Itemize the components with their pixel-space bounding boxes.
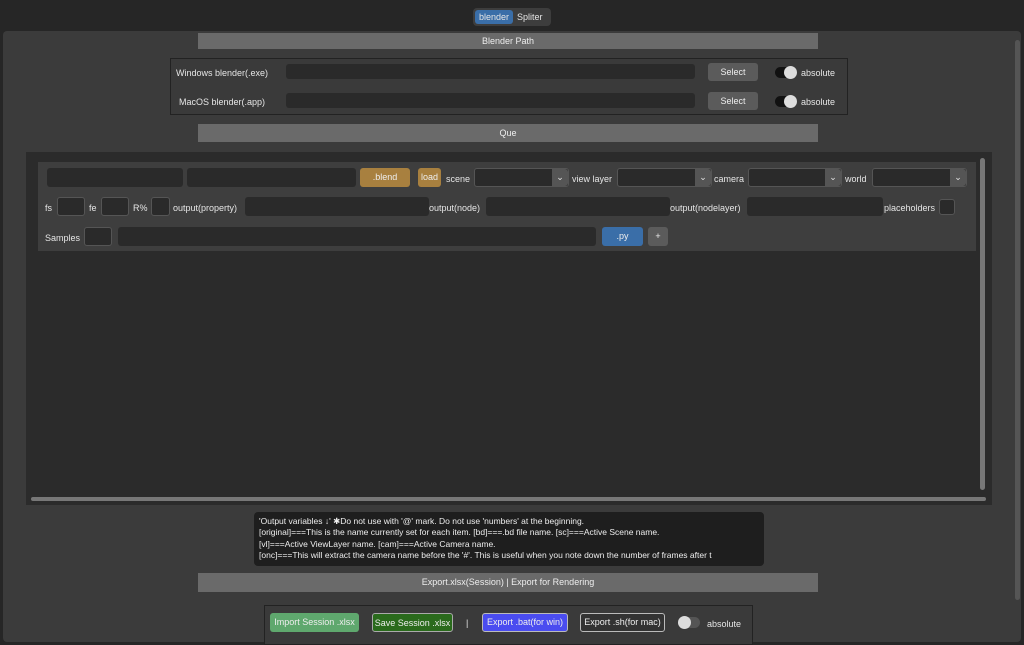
que-header[interactable]: Que	[198, 124, 818, 142]
output-nodelayer-input[interactable]	[747, 197, 883, 216]
view-layer-select[interactable]: ⌄	[617, 168, 712, 187]
mode-tabs: blender Spliter	[473, 8, 551, 26]
queue-hscrollbar[interactable]	[31, 497, 986, 501]
blend-button[interactable]: .blend	[360, 168, 410, 187]
py-path-input[interactable]	[118, 227, 596, 246]
load-button[interactable]: load	[418, 168, 441, 187]
resolution-percent-input[interactable]	[151, 197, 170, 216]
info-line: 'Output variables ↓' ✱Do not use with '@…	[259, 516, 585, 526]
fs-label: fs	[45, 203, 53, 213]
placeholders-checkbox[interactable]	[939, 199, 955, 215]
fe-label: fe	[89, 203, 97, 213]
info-line: [onc]===This will extract the camera nam…	[259, 549, 712, 560]
export-absolute-toggle[interactable]	[678, 616, 700, 629]
chevron-down-icon: ⌄	[825, 169, 841, 186]
output-node-label: output(node)	[429, 203, 481, 213]
view-layer-label: view layer	[572, 174, 613, 184]
macos-absolute-label: absolute	[801, 97, 836, 107]
output-node-input[interactable]	[486, 197, 670, 216]
scene-label: scene	[446, 174, 471, 184]
world-label: world	[845, 174, 867, 184]
output-property-label: output(property)	[173, 203, 238, 213]
chevron-down-icon: ⌄	[695, 169, 711, 186]
save-session-button[interactable]: Save Session .xlsx	[372, 613, 453, 632]
blender-path-header[interactable]: Blender Path	[198, 33, 818, 49]
tab-spliter[interactable]: Spliter	[513, 10, 547, 24]
world-select[interactable]: ⌄	[872, 168, 967, 187]
output-variables-info: 'Output variables ↓' ✱Do not use with '@…	[254, 512, 764, 566]
info-line: [vl]===Active ViewLayer name. [cam]===Ac…	[259, 538, 496, 549]
windows-blender-input[interactable]	[286, 64, 695, 79]
windows-absolute-label: absolute	[801, 68, 836, 78]
samples-label: Samples	[45, 233, 81, 243]
export-sh-button[interactable]: Export .sh(for mac)	[580, 613, 665, 632]
item-name-input[interactable]	[47, 168, 183, 187]
macos-blender-label: MacOS blender(.app)	[179, 97, 266, 107]
import-session-button[interactable]: Import Session .xlsx	[270, 613, 359, 632]
windows-blender-label: Windows blender(.exe)	[176, 68, 269, 78]
windows-absolute-toggle[interactable]	[775, 66, 797, 79]
fe-input[interactable]	[101, 197, 129, 216]
separator: |	[466, 618, 469, 628]
export-header[interactable]: Export.xlsx(Session) | Export for Render…	[198, 573, 818, 592]
output-property-input[interactable]	[245, 197, 429, 216]
add-item-button[interactable]: +	[648, 227, 668, 246]
windows-select-button[interactable]: Select	[708, 63, 758, 81]
samples-input[interactable]	[84, 227, 112, 246]
output-nodelayer-label: output(nodelayer)	[670, 203, 741, 213]
export-absolute-label: absolute	[707, 619, 742, 629]
blend-path-input[interactable]	[187, 168, 356, 187]
main-scrollbar[interactable]	[1015, 40, 1020, 600]
queue-vscrollbar[interactable]	[980, 158, 985, 490]
py-button[interactable]: .py	[602, 227, 643, 246]
placeholders-label: placeholders	[884, 203, 936, 213]
macos-select-button[interactable]: Select	[708, 92, 758, 110]
macos-blender-input[interactable]	[286, 93, 695, 108]
camera-label: camera	[714, 174, 745, 184]
chevron-down-icon: ⌄	[552, 169, 568, 186]
info-line: [original]===This is the name currently …	[259, 527, 660, 538]
resolution-percent-label: R%	[133, 203, 148, 213]
chevron-down-icon: ⌄	[950, 169, 966, 186]
tab-blender[interactable]: blender	[475, 10, 514, 24]
fs-input[interactable]	[57, 197, 85, 216]
camera-select[interactable]: ⌄	[748, 168, 842, 187]
export-bat-button[interactable]: Export .bat(for win)	[482, 613, 568, 632]
macos-absolute-toggle[interactable]	[775, 95, 797, 108]
scene-select[interactable]: ⌄	[474, 168, 569, 187]
